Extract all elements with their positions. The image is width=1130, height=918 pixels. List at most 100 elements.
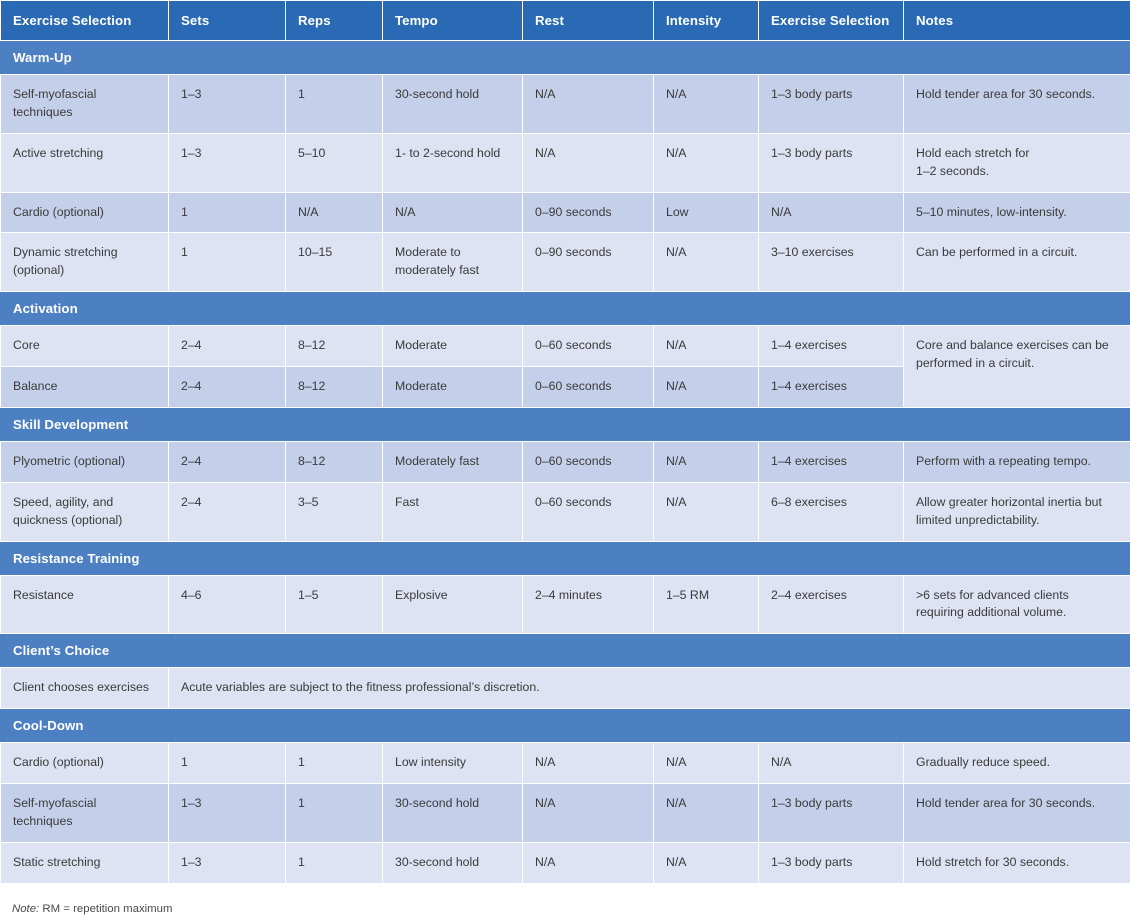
cell-7: Hold stretch for 30 seconds. [904,842,1130,883]
section-title: Activation [1,292,1130,326]
cell-3: 30-second hold [383,75,523,134]
cell-6: 6–8 exercises [759,482,904,541]
cell-7: Hold tender area for 30 seconds. [904,75,1130,134]
table-row: Self-myofascial techniques1–3130-second … [1,75,1130,134]
cell-1: 2–4 [169,442,286,483]
cell-0: Dynamic stretching (optional) [1,233,169,292]
cell-2: 8–12 [286,442,383,483]
table-row: Static stretching1–3130-second holdN/AN/… [1,842,1130,883]
section-header-row: Client’s Choice [1,634,1130,668]
cell-3: Moderate to moderately fast [383,233,523,292]
cell-acute-variables-note: Acute variables are subject to the fitne… [169,668,1130,709]
column-header-2[interactable]: Reps [286,1,383,41]
cell-3: 30-second hold [383,842,523,883]
section-title: Cool-Down [1,709,1130,743]
section-title: Client’s Choice [1,634,1130,668]
cell-4: N/A [523,133,654,192]
table-header: Exercise SelectionSetsRepsTempoRestInten… [1,1,1130,41]
acute-variables-table-container: Exercise SelectionSetsRepsTempoRestInten… [0,0,1130,918]
table-row: Plyometric (optional)2–48–12Moderately f… [1,442,1130,483]
section-title: Warm-Up [1,41,1130,75]
table-row: Self-myofascial techniques1–3130-second … [1,784,1130,843]
section-title: Skill Development [1,407,1130,441]
column-header-1[interactable]: Sets [169,1,286,41]
acute-variables-table: Exercise SelectionSetsRepsTempoRestInten… [0,0,1130,884]
cell-7: Hold each stretch for1–2 seconds. [904,133,1130,192]
cell-0: Cardio (optional) [1,192,169,233]
cell-1: 2–4 [169,326,286,367]
cell-0: Speed, agility, and quickness (optional) [1,482,169,541]
table-row: Cardio (optional)1N/AN/A0–90 secondsLowN… [1,192,1130,233]
cell-3: 30-second hold [383,784,523,843]
cell-6: 1–4 exercises [759,326,904,367]
cell-3: Moderate [383,367,523,408]
cell-6: 2–4 exercises [759,575,904,634]
column-header-5[interactable]: Intensity [654,1,759,41]
cell-notes-merged: Core and balance exercises can be perfor… [904,326,1130,408]
cell-1: 4–6 [169,575,286,634]
cell-0: Core [1,326,169,367]
cell-5: N/A [654,842,759,883]
cell-4: 0–60 seconds [523,482,654,541]
cell-1: 1–3 [169,75,286,134]
table-row: Speed, agility, and quickness (optional)… [1,482,1130,541]
cell-exercise-selection: Client chooses exercises [1,668,169,709]
table-row: Active stretching1–35–101- to 2-second h… [1,133,1130,192]
cell-3: Explosive [383,575,523,634]
table-row: Client chooses exercisesAcute variables … [1,668,1130,709]
table-body: Warm-UpSelf-myofascial techniques1–3130-… [1,41,1130,884]
cell-5: N/A [654,743,759,784]
cell-6: 1–3 body parts [759,784,904,843]
cell-4: 0–60 seconds [523,442,654,483]
footnote-text: RM = repetition maximum [42,903,172,915]
cell-6: N/A [759,192,904,233]
cell-1: 2–4 [169,482,286,541]
cell-3: N/A [383,192,523,233]
cell-5: N/A [654,326,759,367]
column-header-6[interactable]: Exercise Selection [759,1,904,41]
cell-4: 0–60 seconds [523,367,654,408]
cell-3: Low intensity [383,743,523,784]
cell-2: 5–10 [286,133,383,192]
cell-4: N/A [523,75,654,134]
header-row: Exercise SelectionSetsRepsTempoRestInten… [1,1,1130,41]
table-footnote: Note: RM = repetition maximum [0,884,1130,918]
cell-0: Resistance [1,575,169,634]
section-header-row: Activation [1,292,1130,326]
cell-0: Balance [1,367,169,408]
cell-4: N/A [523,784,654,843]
cell-4: N/A [523,842,654,883]
cell-7: Can be performed in a circuit. [904,233,1130,292]
cell-3: Moderately fast [383,442,523,483]
column-header-4[interactable]: Rest [523,1,654,41]
cell-5: N/A [654,442,759,483]
cell-5: 1–5 RM [654,575,759,634]
section-header-row: Cool-Down [1,709,1130,743]
cell-5: N/A [654,133,759,192]
table-row: Core2–48–12Moderate0–60 secondsN/A1–4 ex… [1,326,1130,367]
cell-0: Self-myofascial techniques [1,75,169,134]
cell-4: N/A [523,743,654,784]
cell-2: 3–5 [286,482,383,541]
cell-6: 1–4 exercises [759,367,904,408]
cell-6: 1–3 body parts [759,133,904,192]
column-header-0[interactable]: Exercise Selection [1,1,169,41]
cell-1: 1 [169,233,286,292]
cell-7: Allow greater horizontal inertia but lim… [904,482,1130,541]
cell-3: Fast [383,482,523,541]
cell-4: 0–60 seconds [523,326,654,367]
footnote-label: Note: [12,903,39,915]
cell-4: 0–90 seconds [523,233,654,292]
column-header-3[interactable]: Tempo [383,1,523,41]
cell-5: N/A [654,482,759,541]
cell-7: Gradually reduce speed. [904,743,1130,784]
section-header-row: Resistance Training [1,541,1130,575]
cell-0: Plyometric (optional) [1,442,169,483]
column-header-7[interactable]: Notes [904,1,1130,41]
cell-2: 8–12 [286,367,383,408]
cell-2: 1 [286,743,383,784]
cell-2: 8–12 [286,326,383,367]
cell-6: 3–10 exercises [759,233,904,292]
cell-7: >6 sets for advanced clients requiring a… [904,575,1130,634]
cell-5: N/A [654,367,759,408]
